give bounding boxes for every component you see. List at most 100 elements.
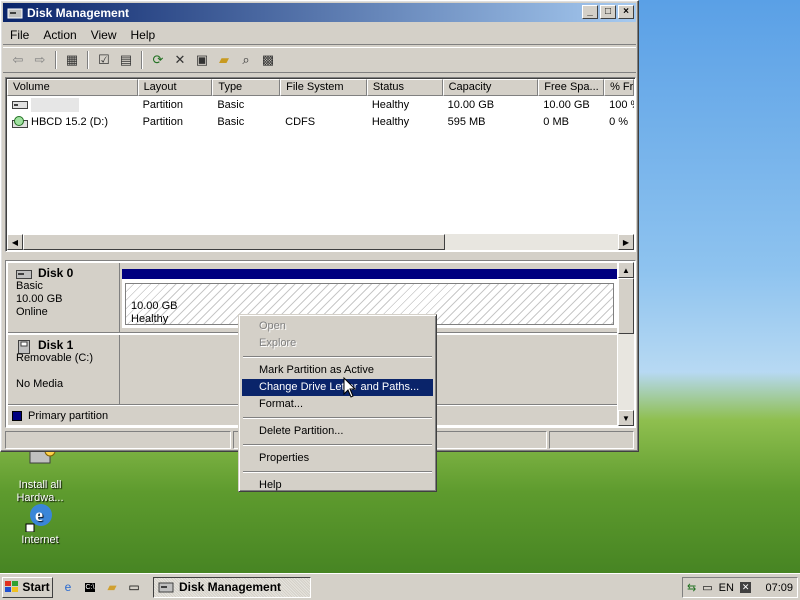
show-hide-console-tree-icon[interactable]: ▦ (61, 50, 83, 70)
network-icon[interactable]: ⇆ (687, 581, 696, 594)
cell-capacity: 10.00 GB (447, 98, 495, 111)
disk-state: No Media (16, 378, 64, 390)
menu-item-open[interactable]: Open (242, 318, 433, 335)
primary-partition-swatch (12, 410, 22, 421)
tools-icon[interactable]: ✕ (739, 582, 752, 593)
cell-type: Basic (217, 98, 245, 111)
cell-status: Healthy (371, 115, 410, 128)
cell-file-system: CDFS (285, 115, 316, 128)
settings-icon[interactable]: ▩ (257, 50, 279, 70)
delete-icon[interactable]: ✕ (169, 50, 191, 70)
desktop-icon-label: Internet (21, 534, 59, 546)
svg-text:e: e (35, 505, 43, 525)
close-button[interactable]: × (618, 5, 634, 19)
taskbar-disk-management-button[interactable]: Disk Management (153, 576, 311, 598)
cell-layout: Partition (142, 98, 183, 111)
horizontal-scrollbar[interactable]: ◀ ▶ (7, 234, 634, 250)
menu-action[interactable]: Action (36, 28, 83, 42)
table-row[interactable]: HBCD 15.2 (D:) Partition Basic CDFS Heal… (7, 113, 634, 130)
volume-name: HBCD 15.2 (D:) (31, 115, 109, 128)
menu-separator (243, 417, 432, 419)
column-capacity[interactable]: Capacity (442, 79, 539, 96)
removable-disk-icon (16, 339, 32, 354)
window-title: Disk Management (27, 5, 130, 20)
internet-explorer-icon: e (24, 500, 56, 533)
windows-flag-icon (5, 581, 19, 593)
desktop-icon-internet[interactable]: e Internet (0, 500, 80, 546)
show-desktop-icon[interactable]: ▭ (125, 578, 143, 596)
cell-percent-free: 100 % (609, 98, 634, 111)
maximize-button[interactable]: □ (600, 5, 616, 19)
disk-management-icon (158, 580, 174, 594)
desktop-icon-install-hardware[interactable]: Install all Hardwa... (0, 445, 80, 505)
disk-management-icon (7, 6, 23, 20)
column-layout[interactable]: Layout (137, 79, 213, 96)
partition-size: 10.00 GB (131, 300, 178, 312)
language-indicator[interactable]: EN (719, 582, 734, 594)
column-volume[interactable]: Volume (7, 79, 138, 96)
partition-color-bar (122, 269, 617, 279)
scroll-thumb[interactable] (23, 234, 445, 250)
cell-capacity: 595 MB (447, 115, 486, 128)
disk-1-label[interactable]: Disk 1 Removable (C:) No Media (8, 335, 120, 404)
scroll-thumb[interactable] (618, 278, 634, 334)
menu-item-format[interactable]: Format... (242, 396, 433, 413)
usb-device-icon[interactable]: ▭ (702, 581, 712, 594)
back-arrow-icon[interactable]: ⇦ (7, 50, 29, 70)
menu-item-delete-partition[interactable]: Delete Partition... (242, 423, 433, 440)
menu-item-mark-active[interactable]: Mark Partition as Active (242, 362, 433, 379)
folder-icon[interactable]: ▰ (103, 578, 121, 596)
column-file-system[interactable]: File System (280, 79, 367, 96)
menu-help[interactable]: Help (124, 28, 163, 42)
column-free-space[interactable]: Free Spa... (538, 79, 605, 96)
disk-size: 10.00 GB (16, 293, 63, 305)
start-label: Start (22, 580, 50, 594)
explore-icon[interactable]: ⌕ (235, 50, 257, 70)
menu-item-change-drive-letter[interactable]: Change Drive Letter and Paths... (242, 379, 433, 396)
minimize-button[interactable]: _ (582, 5, 598, 19)
disk-0-label[interactable]: Disk 0 Basic 10.00 GB Online (8, 263, 120, 332)
disk-name: Disk 1 (38, 338, 74, 352)
cell-type: Basic (217, 115, 245, 128)
disk-name: Disk 0 (38, 266, 74, 280)
volume-name-redacted (31, 97, 79, 112)
scroll-up-icon[interactable]: ▲ (618, 262, 634, 278)
internet-explorer-icon[interactable]: e (59, 578, 77, 596)
mouse-cursor-icon (343, 376, 357, 402)
menu-item-explore[interactable]: Explore (242, 335, 433, 352)
clock[interactable]: 07:09 (765, 582, 793, 594)
menu-separator (243, 356, 432, 358)
column-type[interactable]: Type (212, 79, 281, 96)
scroll-left-icon[interactable]: ◀ (7, 234, 23, 250)
open-folder-icon[interactable]: ▰ (213, 50, 235, 70)
title-bar[interactable]: Disk Management _ □ × (3, 3, 636, 22)
volume-list-header: Volume Layout Type File System Status Ca… (7, 79, 634, 96)
partition-context-menu: Open Explore Mark Partition as Active Ch… (238, 314, 437, 492)
column-percent-free[interactable]: % Fre (604, 79, 634, 96)
disk-state: Online (16, 306, 48, 318)
properties-icon[interactable]: ☑ (93, 50, 115, 70)
menu-separator (243, 444, 432, 446)
volume-drive-icon (12, 100, 28, 110)
menu-item-properties[interactable]: Properties (242, 450, 433, 467)
properties-sheet-icon[interactable]: ▣ (191, 50, 213, 70)
menu-separator (243, 471, 432, 473)
disk-type: Removable (C:) (16, 352, 94, 364)
menu-file[interactable]: File (3, 28, 36, 42)
menu-item-help[interactable]: Help (242, 477, 433, 494)
quick-launch: e C:\ ▰ ▭ (59, 578, 143, 596)
column-status[interactable]: Status (366, 79, 443, 96)
menu-view[interactable]: View (84, 28, 124, 42)
hard-disk-icon (16, 268, 32, 280)
cell-free-space: 0 MB (543, 115, 569, 128)
vertical-scrollbar[interactable]: ▲ ▼ (618, 262, 634, 426)
scroll-right-icon[interactable]: ▶ (618, 234, 634, 250)
help-icon[interactable]: ▤ (115, 50, 137, 70)
table-row[interactable]: Partition Basic Healthy 10.00 GB 10.00 G… (7, 96, 634, 113)
scroll-down-icon[interactable]: ▼ (618, 410, 634, 426)
forward-arrow-icon[interactable]: ⇨ (29, 50, 51, 70)
start-button[interactable]: Start (2, 576, 53, 598)
refresh-icon[interactable]: ⟳ (147, 50, 169, 70)
command-prompt-icon[interactable]: C:\ (81, 578, 99, 596)
cell-status: Healthy (371, 98, 410, 111)
